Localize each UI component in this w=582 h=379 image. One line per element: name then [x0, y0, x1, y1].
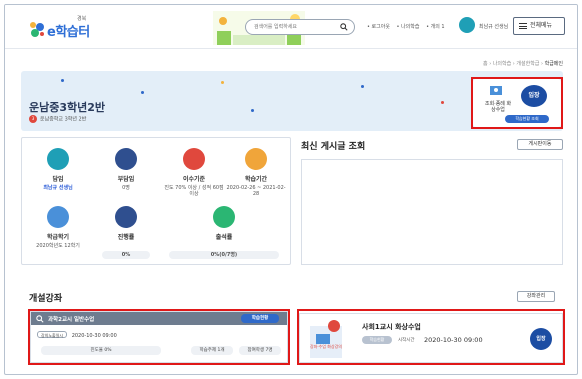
all-menu-label: 전체메뉴 — [530, 22, 553, 29]
semester-icon — [47, 206, 69, 228]
class-school: 운남중학교 3학년 2반 — [40, 116, 87, 123]
search-box[interactable] — [245, 19, 355, 35]
decor-dot — [141, 91, 144, 94]
courses-title: 개설강좌 — [29, 294, 63, 304]
posts-list — [301, 159, 563, 265]
stat-label: 출석률 — [215, 234, 233, 241]
top-links: • 로그아웃 • 나의학습 • 개의 1 — [367, 23, 450, 30]
class-subtitle: 3 운남중학교 3학년 2반 — [29, 115, 86, 123]
stat-label: 담임 — [52, 176, 64, 183]
stat-homeroom: 담임 최남규 선생님 — [28, 148, 88, 191]
teacher-icon — [47, 148, 69, 170]
avatar[interactable] — [459, 17, 475, 33]
stat-semester: 학급학기 2020학년도 12학기 — [28, 206, 88, 249]
class-info-panel: 담임 최남규 선생님 부담임 0명 이수기준 진도 70% 이상 / 성적 60… — [21, 137, 291, 265]
hamburger-icon — [519, 23, 527, 29]
calendar-icon — [245, 148, 267, 170]
stat-value: 2020학년도 12학기 — [36, 243, 80, 249]
homeroom-name: 최남규 선생님 — [43, 185, 73, 191]
stat-value: 0%(0/7명) — [169, 251, 279, 259]
stat-label: 학습기간 — [244, 176, 268, 183]
site-logo[interactable]: 경북 e학습터 — [27, 15, 97, 41]
class-title: 운남중3학년2반 — [29, 101, 106, 114]
highlight-box — [297, 309, 565, 365]
class-badge: 3 — [29, 115, 37, 123]
breadcrumb-current: 학급메인 — [544, 61, 563, 67]
percent-icon — [115, 206, 137, 228]
assistant-icon — [115, 148, 137, 170]
decor-dot — [361, 85, 364, 88]
stat-label: 학급학기 — [46, 234, 70, 241]
attendance-icon — [213, 206, 235, 228]
decor-dot — [61, 79, 64, 82]
stat-assistant: 부담임 0명 — [96, 148, 156, 191]
posts-title: 최신 게시글 조회 — [301, 142, 366, 152]
top-link-3[interactable]: • 개의 1 — [426, 24, 445, 30]
stat-value: 최남규 선생님 — [28, 185, 88, 191]
logout-link[interactable]: • 로그아웃 — [367, 24, 390, 30]
stat-period: 학습기간 2020-02-26 ~ 2021-02-28 — [226, 148, 286, 197]
stat-attendance: 출석률 0%(0/7명) — [164, 206, 284, 260]
decor-dot — [251, 109, 254, 112]
decor-dot — [221, 81, 224, 84]
all-menu-button[interactable]: 전체메뉴 — [513, 17, 565, 35]
logo-icon — [30, 22, 44, 37]
board-move-button[interactable]: 게시판이동 — [517, 139, 563, 150]
user-name: 최남규 선생님 — [479, 24, 509, 30]
breadcrumb-open-class[interactable]: 개설한학급 — [516, 61, 539, 67]
stat-label: 이수기준 — [182, 176, 206, 183]
breadcrumb: 홈 › 나의학습 › 개설한학급 › 학급메인 — [483, 61, 563, 67]
stat-value: 2020-02-26 ~ 2021-02-28 — [226, 185, 286, 197]
course-manage-button[interactable]: 강좌관리 — [517, 291, 555, 302]
stat-label: 부담임 — [117, 176, 135, 183]
breadcrumb-home[interactable]: 홈 — [483, 61, 488, 67]
breadcrumb-my-learning[interactable]: 나의학습 — [493, 61, 511, 67]
stat-label: 진행률 — [117, 234, 135, 241]
stat-value: 0명 — [122, 185, 130, 191]
check-icon — [183, 148, 205, 170]
stat-criteria: 이수기준 진도 70% 이상 / 성적 60점 이상 — [164, 148, 224, 197]
logo-text: e학습터 — [47, 25, 90, 40]
page: 경북 e학습터 • 로그아웃 • 나의학습 • 개의 1 최남규 선생님 — [4, 4, 578, 375]
search-icon[interactable] — [340, 23, 348, 31]
stat-value: 0% — [102, 251, 150, 259]
stat-value: 진도 70% 이상 / 성적 60점 이상 — [164, 185, 224, 197]
my-learning-link[interactable]: • 나의학습 — [397, 24, 422, 30]
stat-progress: 진행률 0% — [96, 206, 156, 260]
top-header: 경북 e학습터 • 로그아웃 • 나의학습 • 개의 1 최남규 선생님 — [5, 5, 577, 49]
search-input[interactable] — [254, 22, 340, 32]
decor-dot — [441, 101, 444, 104]
highlight-box — [28, 309, 290, 365]
highlight-box — [471, 77, 563, 129]
